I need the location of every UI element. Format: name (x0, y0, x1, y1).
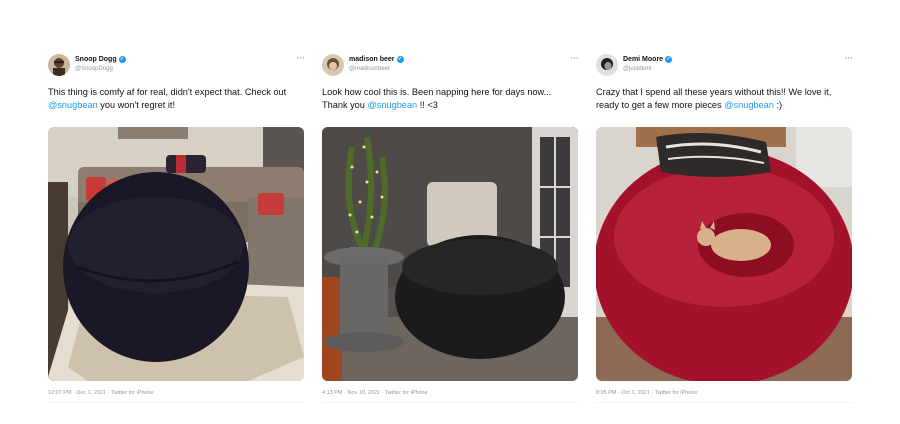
tweet-photo[interactable] (48, 127, 304, 381)
tweet-text-part: you won't regret it! (97, 100, 176, 110)
tweet-card-snoop: Snoop Dogg ✓ @SnoopDogg ··· This thing is… (48, 52, 305, 407)
tweet-meta[interactable]: 12:07 PM · Dec 1, 2021 · Twitter for iPh… (48, 390, 154, 396)
verified-badge-icon: ✓ (396, 56, 404, 63)
verified-badge-icon: ✓ (118, 56, 126, 63)
display-name-text: madison beer (349, 56, 395, 63)
tweet-header: Snoop Dogg ✓ @SnoopDogg ··· (48, 52, 305, 80)
mention-link[interactable]: @snugbean (48, 100, 98, 110)
tweet-text-part: Crazy that I spend all these years witho… (596, 87, 832, 110)
mention-link[interactable]: @snugbean (367, 100, 417, 110)
mention-link[interactable]: @snugbean (724, 100, 774, 110)
divider (48, 402, 304, 403)
tweet-text: Crazy that I spend all these years witho… (596, 86, 852, 112)
display-name-text: Snoop Dogg (75, 56, 117, 63)
avatar[interactable] (48, 54, 70, 76)
tweet-photo[interactable] (596, 127, 852, 381)
tweet-header: Demi Moore ✓ @justdemi ··· (596, 52, 853, 80)
verified-badge-icon: ✓ (665, 56, 673, 63)
tweet-text: Look how cool this is. Been napping here… (322, 86, 578, 112)
tweet-text: This thing is comfy af for real, didn't … (48, 86, 298, 112)
user-handle[interactable]: @justdemi (623, 66, 651, 72)
tweet-text-part: This thing is comfy af for real, didn't … (48, 87, 287, 97)
tweet-text-part: :) (773, 100, 783, 110)
tweet-meta[interactable]: 8:05 PM · Oct 1, 2021 · Twitter for iPho… (596, 390, 697, 396)
tweet-card-demi: Demi Moore ✓ @justdemi ··· Crazy that I s… (596, 52, 853, 407)
display-name[interactable]: madison beer ✓ (349, 56, 404, 63)
more-options-icon[interactable]: ··· (844, 52, 853, 64)
divider (322, 402, 578, 403)
tweet-meta[interactable]: 4:13 PM · Nov 10, 2021 · Twitter for iPh… (322, 390, 428, 396)
user-handle[interactable]: @SnoopDogg (75, 66, 113, 72)
tweet-text-part: !! <3 (417, 100, 438, 110)
avatar[interactable] (322, 54, 344, 76)
tweet-header: madison beer ✓ @madisonbeer ··· (322, 52, 579, 80)
more-options-icon[interactable]: ··· (296, 52, 305, 64)
display-name[interactable]: Demi Moore ✓ (623, 56, 673, 63)
divider (596, 402, 852, 403)
more-options-icon[interactable]: ··· (570, 52, 579, 64)
avatar[interactable] (596, 54, 618, 76)
display-name[interactable]: Snoop Dogg ✓ (75, 56, 126, 63)
tweet-photo[interactable] (322, 127, 578, 381)
tweet-card-madison: madison beer ✓ @madisonbeer ··· Look how … (322, 52, 579, 407)
user-handle[interactable]: @madisonbeer (349, 66, 390, 72)
display-name-text: Demi Moore (623, 56, 664, 63)
